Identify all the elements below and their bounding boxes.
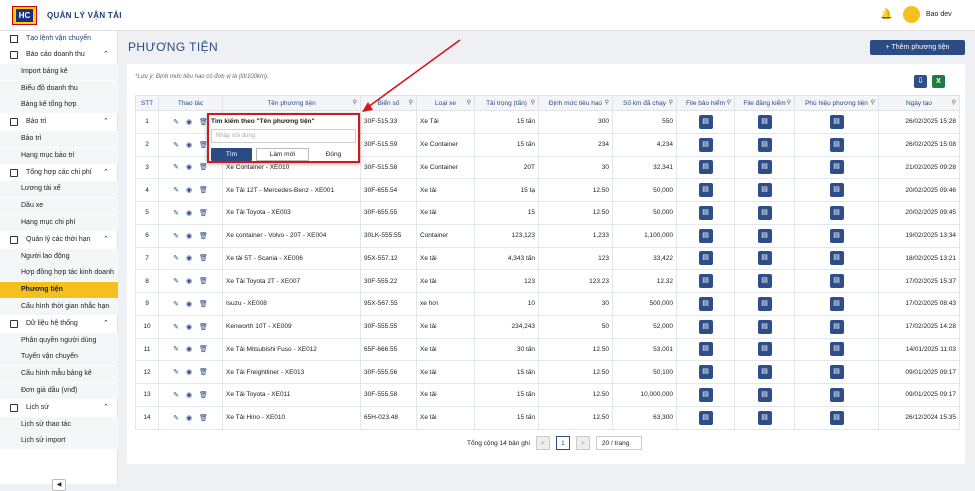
annotation-arrow xyxy=(362,39,461,112)
